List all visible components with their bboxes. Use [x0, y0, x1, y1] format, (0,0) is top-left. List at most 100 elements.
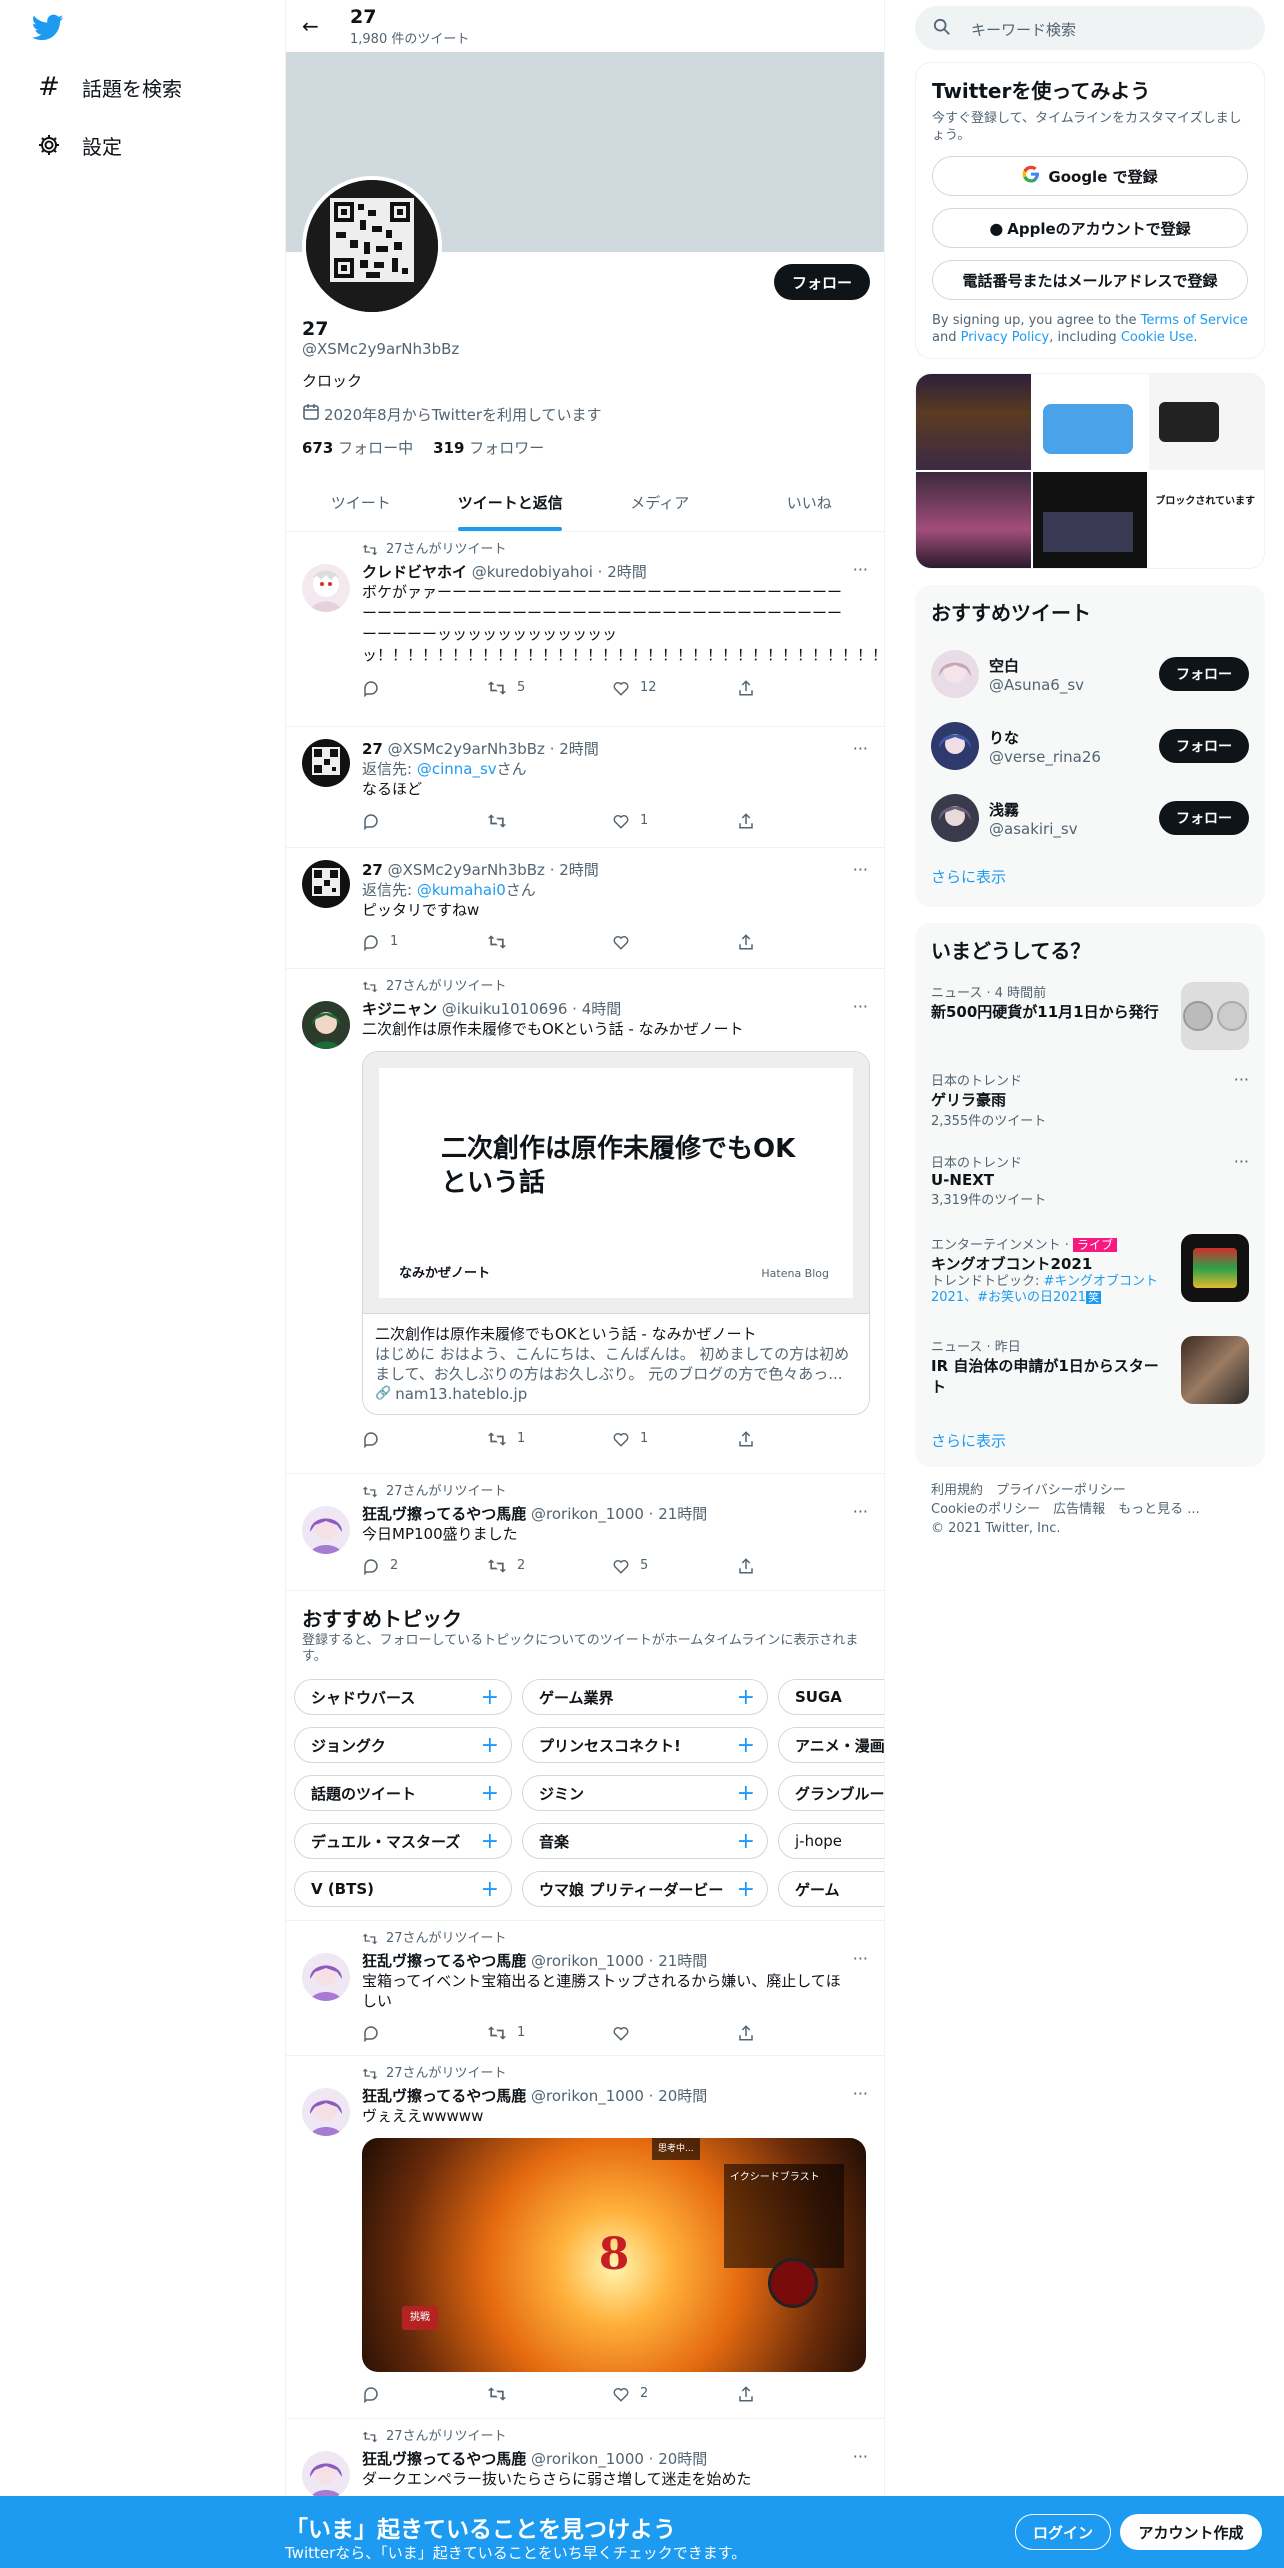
- reply-button[interactable]: [362, 1430, 487, 1448]
- topic-chip[interactable]: SUGA: [778, 1679, 884, 1715]
- share-button[interactable]: [737, 2385, 862, 2403]
- more-icon[interactable]: ···: [853, 1502, 868, 1522]
- more-icon[interactable]: ···: [853, 560, 868, 580]
- topic-chip[interactable]: デュエル・マスターズ +: [294, 1823, 512, 1859]
- reply-to-link[interactable]: @kumahai0: [417, 881, 506, 899]
- nav-settings[interactable]: 設定: [0, 116, 285, 174]
- reply-button[interactable]: [362, 812, 487, 830]
- topic-chip[interactable]: ジョングク +: [294, 1727, 512, 1763]
- avatar[interactable]: [302, 564, 350, 612]
- more-icon[interactable]: ···: [1234, 1152, 1249, 1171]
- tweet-author[interactable]: 27: [362, 740, 383, 758]
- nav-explore[interactable]: # 話題を検索: [0, 58, 285, 116]
- recommended-user[interactable]: 浅霧 @asakiri_sv フォロー: [915, 782, 1265, 854]
- tweet[interactable]: 27さんがリツイート ··· 狂乱ヴ擦ってるやつ馬鹿 @rorikon_1000…: [286, 1474, 884, 1591]
- tweet[interactable]: ··· 27 @XSMc2y9arNh3bBz · 2時間 返信先: @cinn…: [286, 727, 884, 848]
- following-link[interactable]: 673 フォロー中: [302, 437, 413, 458]
- back-arrow-icon[interactable]: ←: [302, 14, 342, 38]
- retweet-button[interactable]: 1: [487, 2023, 612, 2043]
- retweet-button[interactable]: 5: [487, 678, 612, 698]
- share-button[interactable]: [737, 2024, 862, 2042]
- tweet-author[interactable]: 狂乱ヴ擦ってるやつ馬鹿: [362, 1952, 526, 1970]
- share-button[interactable]: [737, 1430, 862, 1448]
- tweet-author[interactable]: 狂乱ヴ擦ってるやつ馬鹿: [362, 2450, 526, 2468]
- media-thumb[interactable]: [916, 472, 1031, 568]
- media-thumb[interactable]: [1149, 374, 1264, 470]
- more-icon[interactable]: ···: [853, 2084, 868, 2104]
- tweet[interactable]: 27さんがリツイート ··· 狂乱ヴ擦ってるやつ馬鹿 @rorikon_1000…: [286, 1921, 884, 2056]
- more-icon[interactable]: ···: [853, 739, 868, 759]
- avatar[interactable]: [302, 1001, 350, 1049]
- tweet-author[interactable]: 27: [362, 861, 383, 879]
- more-icon[interactable]: ···: [1234, 1070, 1249, 1089]
- tweet[interactable]: 27さんがリツイート ··· キジニャン @ikuiku1010696 · 4時…: [286, 969, 884, 1474]
- like-button[interactable]: 5: [612, 1556, 737, 1576]
- topic-chip[interactable]: プリンセスコネクト! +: [522, 1727, 768, 1763]
- footer-link[interactable]: 利用規約: [931, 1483, 983, 1498]
- like-button[interactable]: 12: [612, 678, 737, 698]
- tweet[interactable]: 27さんがリツイート ··· クレドビヤホイ @kuredobiyahoi · …: [286, 532, 884, 727]
- share-button[interactable]: [737, 812, 862, 830]
- trend-item[interactable]: ニュース · 4 時間前 新500円硬貨が11月1日から発行: [915, 976, 1265, 1064]
- more-icon[interactable]: ···: [853, 997, 868, 1017]
- tab-likes[interactable]: いいね: [735, 474, 885, 531]
- topic-chip[interactable]: ウマ娘 プリティーダービー +: [522, 1871, 768, 1907]
- more-icon[interactable]: ···: [853, 1949, 868, 1969]
- media-thumb[interactable]: ブロックされています: [1149, 472, 1264, 568]
- topic-chip[interactable]: グランブルーファンタジー: [778, 1775, 884, 1811]
- follow-button[interactable]: フォロー: [774, 264, 870, 300]
- footer-link[interactable]: Cookieのポリシー: [931, 1502, 1040, 1517]
- tweet[interactable]: ··· 27 @XSMc2y9arNh3bBz · 2時間 返信先: @kuma…: [286, 848, 884, 969]
- retweet-button[interactable]: [487, 2385, 612, 2403]
- tab-media[interactable]: メディア: [585, 474, 735, 531]
- reply-button[interactable]: 1: [362, 932, 487, 952]
- more-icon[interactable]: ···: [853, 2447, 868, 2467]
- reply-button[interactable]: [362, 679, 487, 697]
- trend-item[interactable]: ニュース · 昨日 IR 自治体の申請が1日からスタート: [915, 1330, 1265, 1422]
- google-signup-button[interactable]: Google で登録: [932, 156, 1248, 196]
- share-button[interactable]: [737, 1557, 862, 1575]
- share-button[interactable]: [737, 933, 862, 951]
- recommended-follow-button[interactable]: フォロー: [1159, 801, 1249, 835]
- signup-button[interactable]: アカウント作成: [1120, 2514, 1262, 2550]
- topic-chip[interactable]: 音楽 +: [522, 1823, 768, 1859]
- phone-signup-button[interactable]: 電話番号またはメールアドレスで登録: [932, 260, 1248, 300]
- retweet-button[interactable]: 1: [487, 1429, 612, 1449]
- tweet-image[interactable]: 8 イクシードブラスト 思考中... 挑戦: [362, 2138, 866, 2372]
- retweet-button[interactable]: [487, 812, 612, 830]
- recommended-more-link[interactable]: さらに表示: [915, 854, 1265, 899]
- avatar[interactable]: [302, 1953, 350, 2001]
- topic-chip[interactable]: j-hope: [778, 1823, 884, 1859]
- tweet-author[interactable]: 狂乱ヴ擦ってるやつ馬鹿: [362, 2087, 526, 2105]
- trend-item[interactable]: 日本のトレンド ゲリラ豪雨 2,355件のツイート ···: [915, 1064, 1265, 1146]
- like-button[interactable]: 2: [612, 2384, 737, 2404]
- reply-to-link[interactable]: @cinna_sv: [417, 760, 497, 778]
- topic-chip[interactable]: ゲーム: [778, 1871, 884, 1907]
- terms-link[interactable]: Terms of Service: [1141, 313, 1248, 328]
- topic-chip[interactable]: ゲーム業界 +: [522, 1679, 768, 1715]
- followers-link[interactable]: 319 フォロワー: [433, 437, 544, 458]
- search-input[interactable]: キーワード検索: [915, 6, 1265, 50]
- like-button[interactable]: 1: [612, 811, 737, 831]
- media-thumb[interactable]: [1032, 374, 1148, 470]
- retweet-button[interactable]: [487, 933, 612, 951]
- link-card[interactable]: 二次創作は原作未履修でもOKという話 なみかぜノート Hatena Blog 二…: [362, 1051, 870, 1415]
- reply-button[interactable]: [362, 2385, 487, 2403]
- topic-chip[interactable]: 話題のツイート +: [294, 1775, 512, 1811]
- recommended-follow-button[interactable]: フォロー: [1159, 729, 1249, 763]
- tweet[interactable]: 27さんがリツイート ··· 狂乱ヴ擦ってるやつ馬鹿 @rorikon_1000…: [286, 2056, 884, 2419]
- like-button[interactable]: [612, 933, 737, 951]
- avatar[interactable]: [302, 1506, 350, 1554]
- share-button[interactable]: [737, 679, 862, 697]
- recommended-follow-button[interactable]: フォロー: [1159, 657, 1249, 691]
- privacy-link[interactable]: Privacy Policy: [961, 330, 1050, 345]
- topic-chip[interactable]: V (BTS) +: [294, 1871, 512, 1907]
- like-button[interactable]: 1: [612, 1429, 737, 1449]
- login-button[interactable]: ログイン: [1015, 2514, 1111, 2550]
- trends-more-link[interactable]: さらに表示: [915, 1422, 1265, 1459]
- tweet-author[interactable]: クレドビヤホイ: [362, 563, 467, 581]
- twitter-logo-icon[interactable]: [31, 14, 64, 46]
- topic-chip[interactable]: ジミン +: [522, 1775, 768, 1811]
- footer-link[interactable]: 広告情報: [1053, 1502, 1105, 1517]
- tweet-author[interactable]: 狂乱ヴ擦ってるやつ馬鹿: [362, 1505, 526, 1523]
